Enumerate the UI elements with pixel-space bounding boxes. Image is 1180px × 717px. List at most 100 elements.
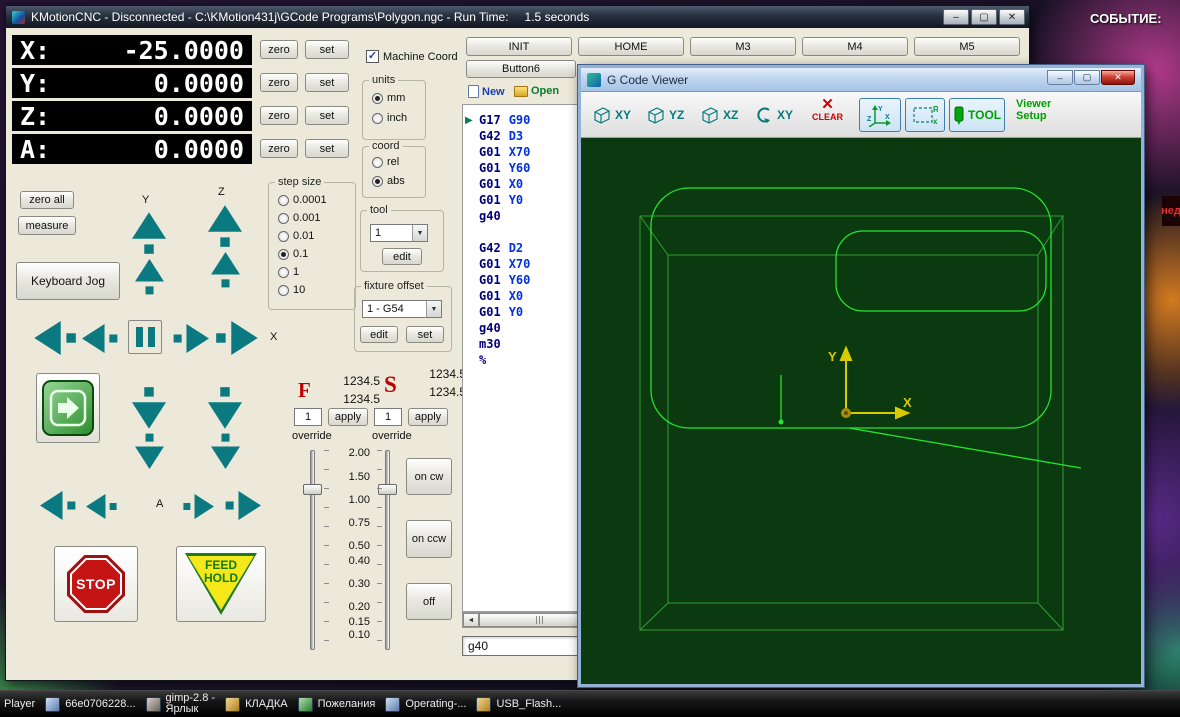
jog-y-minus-step-button[interactable] [135,432,164,469]
clear-label: CLEAR [812,112,843,122]
set-z-button[interactable]: set [305,106,349,125]
jog-z-plus-step-button[interactable] [211,252,240,289]
jog-y-plus-step-button[interactable] [135,259,164,296]
spindle-on-cw-button[interactable]: on cw [406,458,452,495]
coord-abs-radio[interactable]: abs [372,175,405,187]
speed-apply-button[interactable]: apply [408,408,448,426]
init-button[interactable]: INIT [466,37,572,56]
speed-override-slider[interactable] [385,450,390,650]
radio-icon [372,175,383,187]
viewer-minimize-icon[interactable]: – [1047,70,1073,85]
viewer-setup-button[interactable]: Viewer Setup [1013,98,1054,132]
dro-a-value: 0.0000 [153,134,244,164]
jog-x-minus-step-button[interactable] [82,324,119,353]
measure-button[interactable]: measure [18,216,76,235]
new-file-button[interactable]: New [468,85,505,98]
show-tool-toggle[interactable]: TOOL [949,98,1006,132]
feed-override-slider[interactable] [310,450,315,650]
set-x-button[interactable]: set [305,40,349,59]
box-icon-x-label: x [933,117,938,126]
jog-y-minus-fast-button[interactable] [132,385,166,429]
slider-tick-label: 0.30 [348,578,370,590]
feed-slider-thumb[interactable] [303,484,322,495]
jog-x-minus-fast-button[interactable] [34,321,78,355]
tool-select[interactable]: 1 ▼ [370,224,428,242]
taskbar-item-operating[interactable]: Operating-... [385,696,466,712]
show-axes-toggle[interactable]: Y X Z [859,98,901,132]
coord-title: coord [369,140,403,152]
m4-button[interactable]: M4 [802,37,908,56]
taskbar-item-pozhelaniya[interactable]: Пожелания [297,696,375,712]
jog-z-plus-fast-button[interactable] [208,205,242,249]
jog-a-plus-step-button[interactable] [182,494,214,519]
main-titlebar[interactable]: KMotionCNC - Disconnected - C:\KMotion43… [6,6,1029,28]
jog-y-plus-fast-button[interactable] [132,212,166,256]
jog-a-plus-fast-button[interactable] [224,491,261,520]
jog-a-minus-fast-button[interactable] [40,491,77,520]
zero-x-button[interactable]: zero [260,40,298,59]
fixture-set-button[interactable]: set [406,326,444,343]
zero-y-button[interactable]: zero [260,73,298,92]
cycle-start-button[interactable] [36,373,100,443]
step-size-option-3[interactable]: 0.1 [278,248,308,260]
step-size-option-4[interactable]: 1 [278,266,299,278]
taskbar-item-kladka[interactable]: КЛАДКА [225,696,288,712]
feed-hold-button[interactable]: FEED HOLD [176,546,266,622]
axes-icon-y-label: Y [878,106,883,113]
a-axis-label: A [156,498,164,510]
coord-rel-radio[interactable]: rel [372,156,399,168]
keyboard-jog-button[interactable]: Keyboard Jog [16,262,120,300]
maximize-icon[interactable]: ▢ [971,9,997,25]
feed-override-input[interactable]: 1 [294,408,322,426]
jog-z-minus-step-button[interactable] [211,432,240,469]
m3-button[interactable]: M3 [690,37,796,56]
step-size-option-0[interactable]: 0.0001 [278,194,327,206]
speed-override-input[interactable]: 1 [374,408,402,426]
viewer-close-icon[interactable]: ✕ [1101,70,1135,85]
jog-a-minus-step-button[interactable] [86,494,118,519]
fixture-edit-button[interactable]: edit [360,326,398,343]
zero-a-button[interactable]: zero [260,139,298,158]
zero-all-button[interactable]: zero all [20,191,74,209]
rotate-xy-button[interactable]: XY [751,98,796,132]
spindle-off-button[interactable]: off [406,583,452,620]
m5-button[interactable]: M5 [914,37,1020,56]
units-inch-radio[interactable]: inch [372,112,407,124]
taskbar-item-usb-flash[interactable]: USB_Flash... [476,696,561,712]
set-a-button[interactable]: set [305,139,349,158]
minimize-icon[interactable]: – [943,9,969,25]
machine-coord-checkbox[interactable]: ✓ Machine Coord [366,50,458,63]
show-box-toggle[interactable]: R x [905,98,945,132]
units-mm-radio[interactable]: mm [372,92,405,104]
spindle-on-ccw-button[interactable]: on ccw [406,520,452,558]
taskbar-item-player[interactable]: Player [4,698,35,710]
tool-edit-button[interactable]: edit [382,248,422,265]
viewer-titlebar[interactable]: G Code Viewer – ▢ ✕ [581,68,1141,92]
step-size-option-2[interactable]: 0.01 [278,230,314,242]
step-size-option-1[interactable]: 0.001 [278,212,321,224]
taskbar-item-file[interactable]: 66e0706228... [45,696,136,712]
viewer-maximize-icon[interactable]: ▢ [1074,70,1100,85]
stop-button[interactable]: STOP [54,546,138,622]
set-y-button[interactable]: set [305,73,349,92]
step-size-option-5[interactable]: 10 [278,284,305,296]
view-xy-button[interactable]: XY [589,98,634,132]
clear-button[interactable]: ✕ CLEAR [809,97,846,132]
home-button[interactable]: HOME [578,37,684,56]
fixture-offset-select[interactable]: 1 - G54 ▼ [362,300,442,318]
scroll-left-icon[interactable]: ◄ [463,613,479,627]
jog-x-plus-step-button[interactable] [172,324,209,353]
view-xz-button[interactable]: XZ [697,98,741,132]
jog-pause-button[interactable] [128,320,162,354]
button6[interactable]: Button6 [466,60,576,78]
zero-z-button[interactable]: zero [260,106,298,125]
close-icon[interactable]: ✕ [999,9,1025,25]
jog-z-minus-fast-button[interactable] [208,385,242,429]
taskbar-item-gimp[interactable]: gimp-2.8 - Ярлык [145,693,215,715]
feed-apply-button[interactable]: apply [328,408,368,426]
gcode-word: G01 [479,193,501,207]
view-yz-button[interactable]: YZ [643,98,687,132]
open-file-button[interactable]: Open [514,85,559,97]
jog-x-plus-fast-button[interactable] [214,321,258,355]
viewer-3d-viewport[interactable]: Y X [581,138,1141,684]
